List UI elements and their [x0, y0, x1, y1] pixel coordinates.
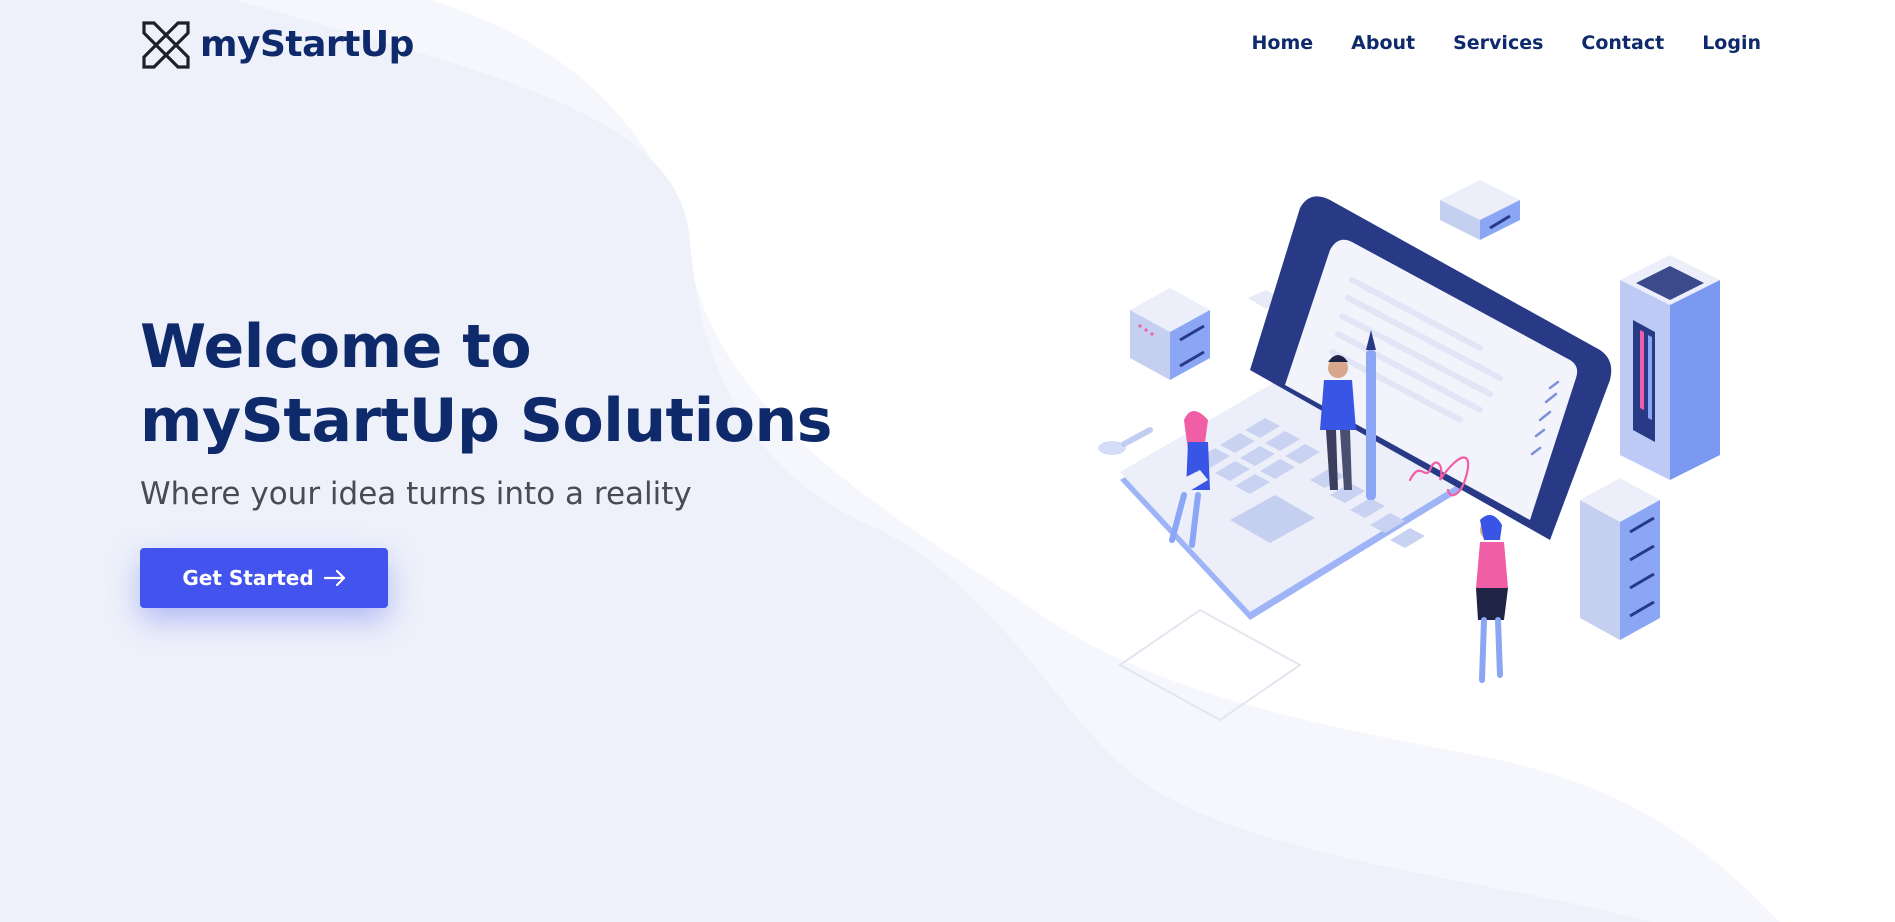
isometric-laptop-workspace-illustration [1098, 180, 1720, 722]
get-started-button[interactable]: Get Started [140, 548, 388, 608]
floor-tile-outline [1118, 608, 1302, 722]
key-icon [1098, 427, 1153, 455]
get-started-label: Get Started [182, 566, 314, 590]
tower-server [1620, 255, 1720, 480]
nav-home[interactable]: Home [1252, 32, 1314, 54]
diamond-x-logo-icon [142, 21, 190, 69]
hero-subtitle: Where your idea turns into a reality [140, 476, 692, 512]
arrow-right-icon [323, 570, 345, 586]
server-left [1130, 288, 1210, 380]
top-navbar: myStartUp Home About Services Contact Lo… [0, 0, 1895, 90]
nav-contact[interactable]: Contact [1581, 32, 1664, 54]
nav-services[interactable]: Services [1453, 32, 1543, 54]
hero-section: Welcome to myStartUp Solutions Where you… [140, 310, 900, 608]
brand-logo-link[interactable]: myStartUp [140, 19, 414, 71]
main-nav: Home About Services Contact Login [1252, 32, 1762, 54]
server-bottom-right [1580, 478, 1660, 640]
nav-login[interactable]: Login [1702, 32, 1761, 54]
hero-title: Welcome to myStartUp Solutions [140, 312, 832, 456]
giant-pen [1366, 350, 1376, 500]
nav-about[interactable]: About [1351, 32, 1415, 54]
woman-standing-figure [1476, 515, 1508, 683]
server-top [1440, 180, 1520, 240]
brand-name: myStartUp [200, 24, 414, 65]
